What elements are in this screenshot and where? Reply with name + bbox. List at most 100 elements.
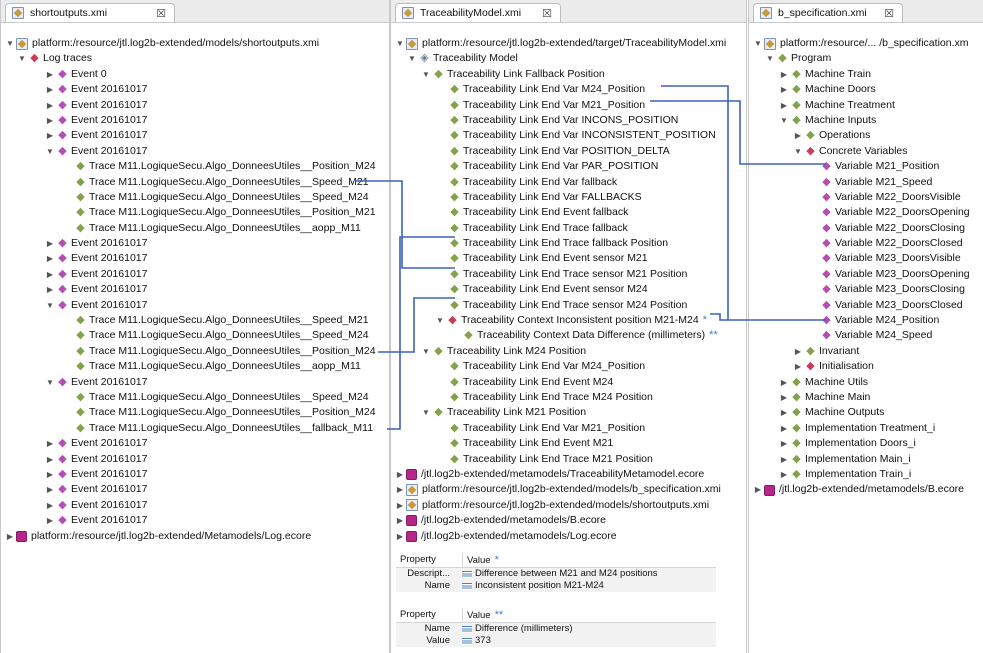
tree-item-link-end[interactable]: ◆ Traceability Link End Event M24: [391, 375, 746, 390]
tree-item-trace[interactable]: ◆ Trace M11.LogiqueSecu.Algo_DonneesUtile…: [1, 390, 389, 405]
tree-item-variable[interactable]: ◆ Variable M21_Speed: [749, 175, 983, 190]
tree-item-link-end[interactable]: ◆ Traceability Link End Trace M24 Positio…: [391, 390, 746, 405]
close-tab-icon[interactable]: ☒: [156, 7, 166, 20]
tree-item-variable[interactable]: ◆ Variable M23_DoorsClosing: [749, 282, 983, 297]
tree-item-link-end[interactable]: ◆ Traceability Link End Var M24_Position: [391, 359, 746, 374]
expanded-arrow-icon[interactable]: ▼: [395, 36, 405, 51]
tree-item-link-end[interactable]: ◆ Traceability Link End Trace fallback: [391, 221, 746, 236]
tree-item-log-traces[interactable]: ▼ ◆ Log traces: [1, 51, 389, 66]
tab-shortoutputs[interactable]: shortoutputs.xmi ☒: [5, 3, 175, 22]
tree-item-resource[interactable]: ▶ platform:/resource/jtl.log2b-extended/m…: [391, 498, 746, 513]
tree-item-link[interactable]: ▼ ◆ Traceability Link M21 Position: [391, 405, 746, 420]
tree-item-event[interactable]: ▶ ◆ Event 20161017: [1, 498, 389, 513]
tree-item-machine[interactable]: ▼ ◆ Machine Inputs: [749, 113, 983, 128]
property-row[interactable]: Name Inconsistent position M21-M24: [396, 580, 716, 592]
tree-item-event[interactable]: ▶ ◆ Event 20161017: [1, 82, 389, 97]
collapsed-arrow-icon[interactable]: ▶: [779, 375, 789, 390]
tree-item-event[interactable]: ▶ ◆ Event 20161017: [1, 452, 389, 467]
collapsed-arrow-icon[interactable]: ▶: [45, 128, 55, 143]
tree-item-link-end[interactable]: ◆ Traceability Link End Var INCONS_POSITI…: [391, 113, 746, 128]
tree-item-resource[interactable]: ▶ platform:/resource/jtl.log2b-extended/m…: [391, 482, 746, 497]
tree-item-event[interactable]: ▶ ◆ Event 20161017: [1, 236, 389, 251]
tree-root-row[interactable]: ▼ platform:/resource/... /b_specification…: [749, 36, 983, 51]
property-value[interactable]: 373: [475, 635, 491, 647]
tree-item-variable[interactable]: ◆ Variable M21_Position: [749, 159, 983, 174]
collapsed-arrow-icon[interactable]: ▶: [45, 267, 55, 282]
tree-item-link-end[interactable]: ◆ Traceability Link End Trace M21 Positio…: [391, 452, 746, 467]
tree-item-implementation[interactable]: ▶ ◆ Implementation Main_i: [749, 452, 983, 467]
expanded-arrow-icon[interactable]: ▼: [421, 405, 431, 420]
tree-item-program[interactable]: ▼ ◆ Program: [749, 51, 983, 66]
tree-item-event-expanded[interactable]: ▼ ◆ Event 20161017: [1, 144, 389, 159]
expanded-arrow-icon[interactable]: ▼: [45, 375, 55, 390]
collapsed-arrow-icon[interactable]: ▶: [779, 98, 789, 113]
tree-item-event[interactable]: ▶ ◆ Event 20161017: [1, 513, 389, 528]
collapsed-arrow-icon[interactable]: ▶: [779, 467, 789, 482]
collapsed-arrow-icon[interactable]: ▶: [45, 251, 55, 266]
expanded-arrow-icon[interactable]: ▼: [45, 144, 55, 159]
tree-item-machine[interactable]: ▶ ◆ Machine Treatment: [749, 98, 983, 113]
tab-b-specification[interactable]: b_specification.xmi ☒: [753, 3, 903, 22]
tree-item-link-end[interactable]: ◆ Traceability Link End Event M21: [391, 436, 746, 451]
expanded-arrow-icon[interactable]: ▼: [5, 36, 15, 51]
tree-item-event[interactable]: ▶ ◆ Event 20161017: [1, 267, 389, 282]
tree-root-row[interactable]: ▼ platform:/resource/jtl.log2b-extended/…: [1, 36, 389, 51]
collapsed-arrow-icon[interactable]: ▶: [779, 67, 789, 82]
tree-item-event[interactable]: ▶ ◆ Event 20161017: [1, 482, 389, 497]
tree-root-row[interactable]: ▼ platform:/resource/jtl.log2b-extended/…: [391, 36, 746, 51]
tree-item-link-end[interactable]: ◆ Traceability Link End Var FALLBACKS: [391, 190, 746, 205]
collapsed-arrow-icon[interactable]: ▶: [779, 421, 789, 436]
expanded-arrow-icon[interactable]: ▼: [765, 51, 775, 66]
tree-item-trace[interactable]: ◆ Trace M11.LogiqueSecu.Algo_DonneesUtile…: [1, 405, 389, 420]
collapsed-arrow-icon[interactable]: ▶: [779, 436, 789, 451]
tree-item-operations[interactable]: ▶ ◆ Operations: [749, 128, 983, 143]
tree-item-variable[interactable]: ◆ Variable M22_DoorsClosed: [749, 236, 983, 251]
close-tab-icon[interactable]: ☒: [542, 7, 552, 20]
tree-item-machine[interactable]: ▶ ◆ Machine Doors: [749, 82, 983, 97]
tree-item-resource[interactable]: ▶ /jtl.log2b-extended/metamodels/B.ecore: [749, 482, 983, 497]
collapsed-arrow-icon[interactable]: ▶: [395, 482, 405, 497]
expanded-arrow-icon[interactable]: ▼: [45, 298, 55, 313]
tab-traceability-model[interactable]: TraceabilityModel.xmi ☒: [395, 3, 561, 22]
tree-item-event[interactable]: ▶ ◆ Event 20161017: [1, 467, 389, 482]
collapsed-arrow-icon[interactable]: ▶: [395, 467, 405, 482]
tree-item-machine[interactable]: ▶ ◆ Machine Utils: [749, 375, 983, 390]
tree-item-link-end[interactable]: ◆ Traceability Link End Var fallback: [391, 175, 746, 190]
tree-item-variable[interactable]: ◆ Variable M22_DoorsClosing: [749, 221, 983, 236]
collapsed-arrow-icon[interactable]: ▶: [45, 67, 55, 82]
tree-item-event[interactable]: ▶ ◆ Event 20161017: [1, 251, 389, 266]
collapsed-arrow-icon[interactable]: ▶: [45, 452, 55, 467]
tree-item-machine[interactable]: ▶ ◆ Machine Outputs: [749, 405, 983, 420]
tree-item-initialisation[interactable]: ▶ ◆ Initialisation: [749, 359, 983, 374]
collapsed-arrow-icon[interactable]: ▶: [45, 436, 55, 451]
property-value[interactable]: Inconsistent position M21-M24: [475, 580, 604, 592]
tree-item-variable[interactable]: ◆ Variable M24_Speed: [749, 328, 983, 343]
tree-item-trace[interactable]: ◆ Trace M11.LogiqueSecu.Algo_DonneesUtile…: [1, 205, 389, 220]
expanded-arrow-icon[interactable]: ▼: [753, 36, 763, 51]
tree-item-variable[interactable]: ◆ Variable M22_DoorsVisible: [749, 190, 983, 205]
collapsed-arrow-icon[interactable]: ▶: [793, 344, 803, 359]
collapsed-arrow-icon[interactable]: ▶: [779, 452, 789, 467]
collapsed-arrow-icon[interactable]: ▶: [45, 98, 55, 113]
collapsed-arrow-icon[interactable]: ▶: [395, 513, 405, 528]
tree-item-concrete-variables[interactable]: ▼ ◆ Concrete Variables: [749, 144, 983, 159]
tree-item-link-end[interactable]: ◆ Traceability Link End Var M24_Position: [391, 82, 746, 97]
tree-item-implementation[interactable]: ▶ ◆ Implementation Treatment_i: [749, 421, 983, 436]
tree-item-variable[interactable]: ◆ Variable M23_DoorsClosed: [749, 298, 983, 313]
collapsed-arrow-icon[interactable]: ▶: [45, 467, 55, 482]
tree-item-event[interactable]: ▶ ◆ Event 20161017: [1, 282, 389, 297]
tree-item-resource[interactable]: ▶ platform:/resource/jtl.log2b-extended/…: [1, 529, 389, 544]
tree-item-link-end[interactable]: ◆ Traceability Link End Var INCONSISTENT_…: [391, 128, 746, 143]
collapsed-arrow-icon[interactable]: ▶: [45, 282, 55, 297]
tree-item-traceability-model[interactable]: ▼ ◈ Traceability Model: [391, 51, 746, 66]
collapsed-arrow-icon[interactable]: ▶: [395, 498, 405, 513]
tree-item-variable[interactable]: ◆ Variable M23_DoorsVisible: [749, 251, 983, 266]
tree-item-event[interactable]: ▶ ◆ Event 20161017: [1, 113, 389, 128]
tree-item-link-end[interactable]: ◆ Traceability Link End Event fallback: [391, 205, 746, 220]
expanded-arrow-icon[interactable]: ▼: [17, 51, 27, 66]
tree-item-link[interactable]: ▼ ◆ Traceability Link Fallback Position: [391, 67, 746, 82]
tree-item-invariant[interactable]: ▶ ◆ Invariant: [749, 344, 983, 359]
tree-item-link-end[interactable]: ◆ Traceability Link End Trace sensor M24 …: [391, 298, 746, 313]
tree-item-machine[interactable]: ▶ ◆ Machine Main: [749, 390, 983, 405]
tree-item-variable[interactable]: ◆ Variable M23_DoorsOpening: [749, 267, 983, 282]
